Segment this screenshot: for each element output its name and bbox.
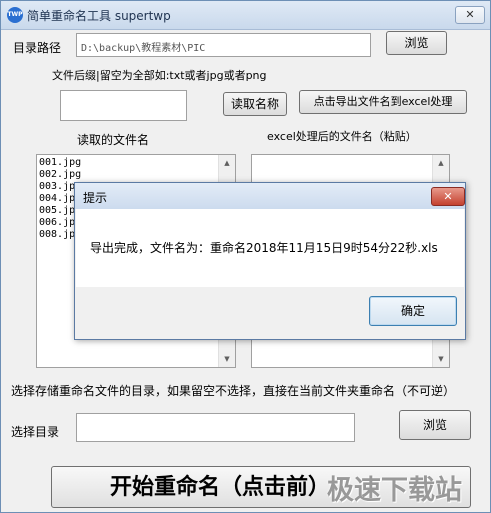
dir-path-input[interactable]: D:\backup\教程素材\PIC (76, 33, 371, 57)
excel-list-label: excel处理后的文件名（粘贴） (267, 130, 417, 143)
dialog-close-icon[interactable]: ✕ (431, 187, 465, 206)
scroll-up-icon[interactable]: ▲ (219, 155, 235, 171)
window-title: 简单重命名工具 supertwp (27, 9, 171, 23)
scroll-up-icon[interactable]: ▲ (433, 155, 449, 171)
dir-path-label: 目录路径 (13, 41, 62, 55)
app-window: TWP 简单重命名工具 supertwp ✕ 目录路径 D:\backup\教程… (0, 0, 491, 513)
save-dir-browse-button[interactable]: 浏览 (399, 410, 471, 440)
export-excel-button[interactable]: 点击导出文件名到excel处理 (299, 90, 467, 114)
read-names-button[interactable]: 读取名称 (223, 92, 287, 116)
dialog-title-bar[interactable]: 提示 ✕ (75, 183, 465, 209)
app-logo-icon: TWP (7, 7, 23, 23)
read-list-label: 读取的文件名 (77, 133, 150, 147)
save-dir-input[interactable] (76, 413, 355, 442)
ok-button[interactable]: 确定 (369, 296, 457, 326)
list-item[interactable]: 001.jpg (39, 157, 81, 169)
suffix-input[interactable] (60, 90, 187, 121)
window-close-icon[interactable]: ✕ (455, 6, 485, 24)
dialog-message: 导出完成，文件名为：重命名2018年11月15日9时54分22秒.xls (90, 241, 438, 255)
scroll-down-icon[interactable]: ▼ (433, 351, 449, 367)
dialog-body: 导出完成，文件名为：重命名2018年11月15日9时54分22秒.xls (76, 209, 464, 287)
save-dir-hint: 选择存储重命名文件的目录，如果留空不选择，直接在当前文件夹重命名（不可逆） (11, 384, 456, 398)
save-dir-label: 选择目录 (11, 425, 60, 439)
suffix-hint: 文件后缀|留空为全部如:txt或者jpg或者png (52, 69, 267, 82)
title-bar[interactable]: TWP 简单重命名工具 supertwp ✕ (1, 1, 490, 30)
list-item[interactable]: 002.jpg (39, 169, 81, 181)
watermark-text: 极速下载站 (327, 475, 462, 506)
dialog-title: 提示 (83, 191, 108, 205)
info-dialog: 提示 ✕ 导出完成，文件名为：重命名2018年11月15日9时54分22秒.xl… (74, 182, 466, 340)
dir-browse-button[interactable]: 浏览 (386, 31, 447, 55)
scroll-down-icon[interactable]: ▼ (219, 351, 235, 367)
